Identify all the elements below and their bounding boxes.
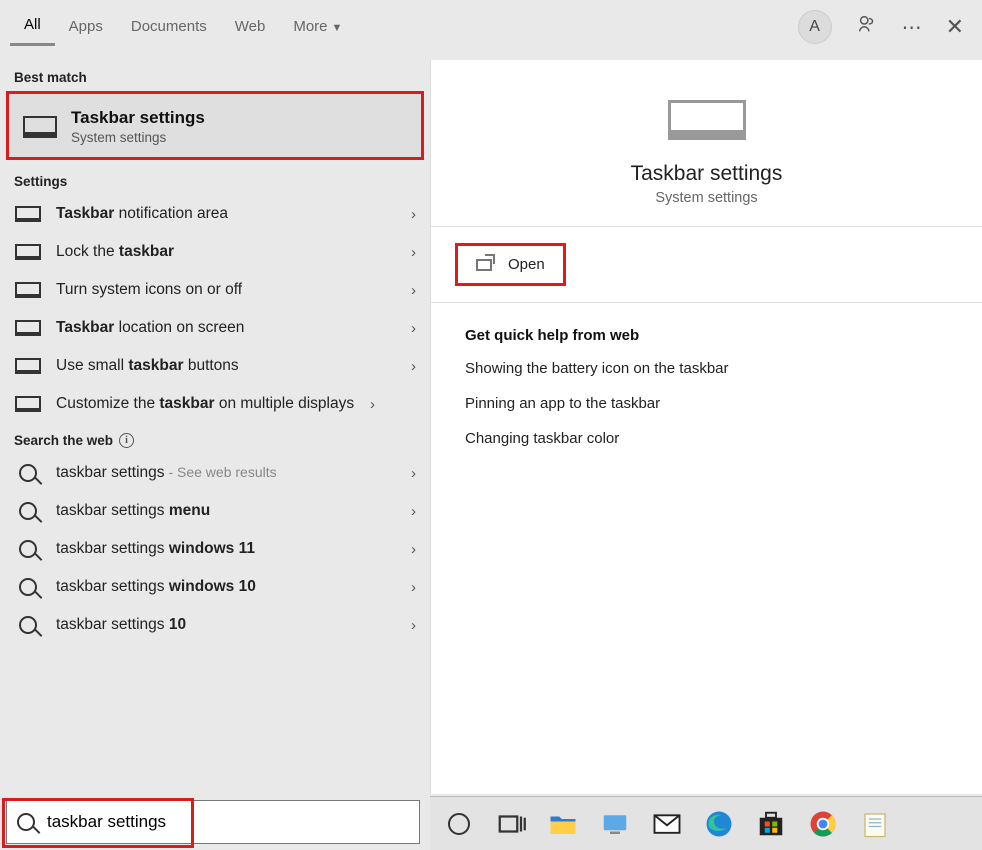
chevron-right-icon: › xyxy=(411,206,416,223)
chevron-right-icon: › xyxy=(411,465,416,482)
search-icon xyxy=(19,578,37,596)
search-input[interactable] xyxy=(47,812,409,832)
taskbar-icon xyxy=(15,206,41,222)
preview-subtitle: System settings xyxy=(451,190,962,206)
search-icon xyxy=(17,813,35,831)
section-search-web: Search the web i xyxy=(0,423,430,454)
task-view-icon[interactable] xyxy=(496,809,526,839)
best-match-item[interactable]: Taskbar settings System settings xyxy=(6,91,424,160)
taskbar-icon xyxy=(15,320,41,336)
settings-item[interactable]: Taskbar location on screen › xyxy=(0,309,430,347)
settings-item[interactable]: Customize the taskbar on multiple displa… xyxy=(0,385,430,423)
chrome-icon[interactable] xyxy=(808,809,838,839)
web-result-item[interactable]: taskbar settings - See web results › xyxy=(0,454,430,492)
web-result-item[interactable]: taskbar settings menu › xyxy=(0,492,430,530)
settings-item[interactable]: Taskbar notification area › xyxy=(0,195,430,233)
chevron-right-icon: › xyxy=(370,396,375,413)
search-icon xyxy=(19,464,37,482)
chevron-right-icon: › xyxy=(411,282,416,299)
web-result-item[interactable]: taskbar settings 10 › xyxy=(0,606,430,644)
taskbar xyxy=(430,796,982,850)
taskbar-icon xyxy=(23,116,57,138)
chevron-right-icon: › xyxy=(411,541,416,558)
help-link[interactable]: Showing the battery icon on the taskbar xyxy=(465,360,948,377)
help-link[interactable]: Pinning an app to the taskbar xyxy=(465,395,948,412)
tab-documents[interactable]: Documents xyxy=(117,6,221,45)
tab-web[interactable]: Web xyxy=(221,6,280,45)
help-heading: Get quick help from web xyxy=(465,327,948,344)
chevron-right-icon: › xyxy=(411,617,416,634)
chevron-right-icon: › xyxy=(411,579,416,596)
search-icon xyxy=(19,502,37,520)
settings-item[interactable]: Lock the taskbar › xyxy=(0,233,430,271)
web-result-item[interactable]: taskbar settings windows 10 › xyxy=(0,568,430,606)
more-icon[interactable]: ⋯ xyxy=(902,15,922,40)
results-list: Best match Taskbar settings System setti… xyxy=(0,60,430,794)
notepad-icon[interactable] xyxy=(860,809,890,839)
taskbar-icon xyxy=(668,100,746,140)
web-result-item[interactable]: taskbar settings windows 11 › xyxy=(0,530,430,568)
preview-pane: Taskbar settings System settings Open Ge… xyxy=(430,60,982,794)
app-icon[interactable] xyxy=(600,809,630,839)
tab-more[interactable]: More▼ xyxy=(279,6,356,45)
open-icon xyxy=(476,259,492,271)
open-button[interactable]: Open xyxy=(455,243,566,286)
info-icon: i xyxy=(119,433,134,448)
search-icon xyxy=(19,616,37,634)
taskbar-icon xyxy=(15,282,41,298)
file-explorer-icon[interactable] xyxy=(548,809,578,839)
chevron-right-icon: › xyxy=(411,358,416,375)
mail-icon[interactable] xyxy=(652,809,682,839)
cortana-icon[interactable] xyxy=(444,809,474,839)
store-icon[interactable] xyxy=(756,809,786,839)
preview-title: Taskbar settings xyxy=(451,162,962,186)
best-match-title: Taskbar settings xyxy=(71,108,205,128)
chevron-right-icon: › xyxy=(411,244,416,261)
search-box[interactable] xyxy=(6,800,420,844)
help-link[interactable]: Changing taskbar color xyxy=(465,430,948,447)
rewards-icon[interactable] xyxy=(856,13,878,41)
tab-apps[interactable]: Apps xyxy=(55,6,117,45)
tab-all[interactable]: All xyxy=(10,4,55,46)
edge-icon[interactable] xyxy=(704,809,734,839)
section-settings: Settings xyxy=(0,164,430,195)
search-icon xyxy=(19,540,37,558)
settings-item[interactable]: Turn system icons on or off › xyxy=(0,271,430,309)
chevron-right-icon: › xyxy=(411,320,416,337)
taskbar-icon xyxy=(15,244,41,260)
avatar[interactable]: A xyxy=(798,10,832,44)
close-icon[interactable]: ✕ xyxy=(946,16,964,38)
best-match-subtitle: System settings xyxy=(71,130,205,145)
chevron-right-icon: › xyxy=(411,503,416,520)
taskbar-icon xyxy=(15,396,41,412)
settings-item[interactable]: Use small taskbar buttons › xyxy=(0,347,430,385)
taskbar-icon xyxy=(15,358,41,374)
chevron-down-icon: ▼ xyxy=(332,22,343,34)
section-best-match: Best match xyxy=(0,60,430,91)
